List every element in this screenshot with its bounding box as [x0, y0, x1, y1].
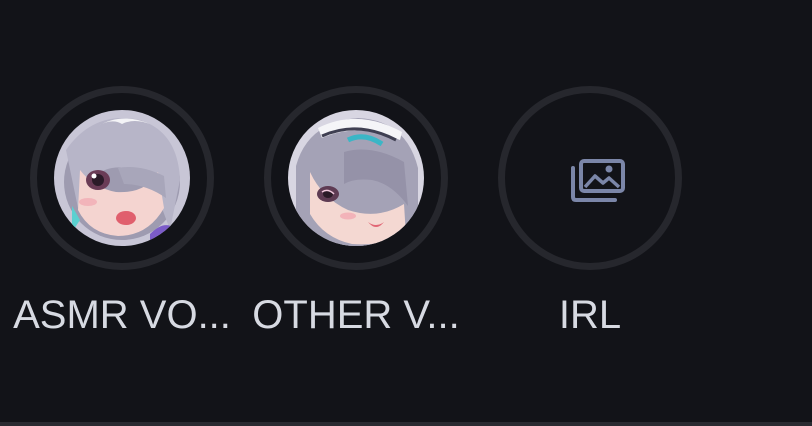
- highlight-label: OTHER V...: [252, 293, 460, 337]
- highlight-cover-image: [54, 110, 190, 246]
- highlight-label: IRL: [558, 293, 622, 337]
- anime-avatar-2-icon: [288, 110, 424, 246]
- highlight-label: ASMR VO...: [13, 293, 231, 337]
- anime-avatar-1-icon: [54, 110, 190, 246]
- highlight-ring: [264, 86, 448, 270]
- highlight-ring: [30, 86, 214, 270]
- gallery-icon: [571, 159, 625, 202]
- highlight-cover-image: [288, 110, 424, 246]
- highlight-asmr[interactable]: ASMR VO...: [12, 86, 232, 346]
- highlights-panel: ASMR VO... OTHER V... IRL: [0, 0, 812, 426]
- highlight-other[interactable]: OTHER V...: [246, 86, 466, 346]
- highlight-irl[interactable]: IRL: [480, 86, 700, 346]
- story-highlights-row: ASMR VO... OTHER V... IRL: [0, 0, 812, 426]
- divider: [0, 422, 812, 426]
- highlight-ring: [498, 86, 682, 270]
